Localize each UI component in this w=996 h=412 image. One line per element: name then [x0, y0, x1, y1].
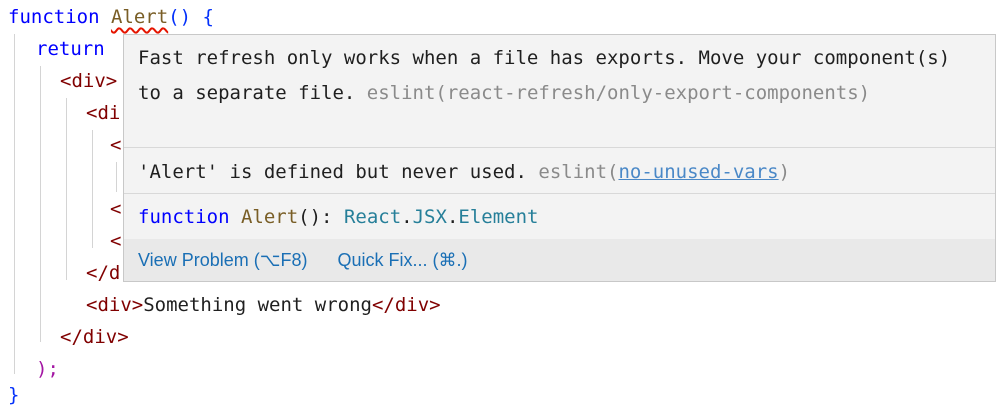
code-line-12: );: [36, 358, 59, 380]
code-line-8: <: [110, 230, 122, 252]
quick-fix-button[interactable]: Quick Fix... (⌘.): [337, 250, 467, 271]
code-line-9: </d: [86, 262, 121, 284]
eslint-source-label: eslint(react-refresh/only-export-compone…: [366, 82, 871, 104]
view-problem-button[interactable]: View Problem (⌥F8): [138, 250, 307, 271]
hover-tooltip[interactable]: Fast refresh only works when a file has …: [123, 34, 996, 282]
hover-actions-bar: View Problem (⌥F8) Quick Fix... (⌘.): [124, 239, 995, 281]
indent-guide: [40, 66, 41, 342]
code-line-10: <div>Something went wrong</div>: [86, 294, 441, 316]
indent-guide: [92, 130, 93, 248]
indent-guide: [14, 34, 15, 374]
no-unused-vars-link[interactable]: no-unused-vars: [618, 161, 778, 183]
type-signature: function Alert(): React.JSX.Element: [138, 206, 539, 228]
code-line-2: return: [36, 38, 105, 60]
code-line-1: function Alert() {: [8, 6, 214, 28]
divider: [124, 193, 995, 194]
indent-guide: [66, 98, 67, 280]
problem-message-export: Fast refresh only works when a file has …: [138, 47, 951, 104]
divider: [124, 147, 995, 148]
code-line-4: <di: [86, 102, 121, 124]
code-line-13: }: [8, 384, 20, 406]
code-line-5: <: [110, 134, 122, 156]
code-line-11: </div>: [60, 326, 129, 348]
indent-guide: [116, 162, 117, 192]
code-line-7: <: [110, 198, 122, 220]
problem-message-unused: 'Alert' is defined but never used. eslin…: [138, 161, 791, 183]
alert-identifier[interactable]: Alert: [111, 6, 168, 28]
code-line-3: <div>: [60, 70, 118, 92]
